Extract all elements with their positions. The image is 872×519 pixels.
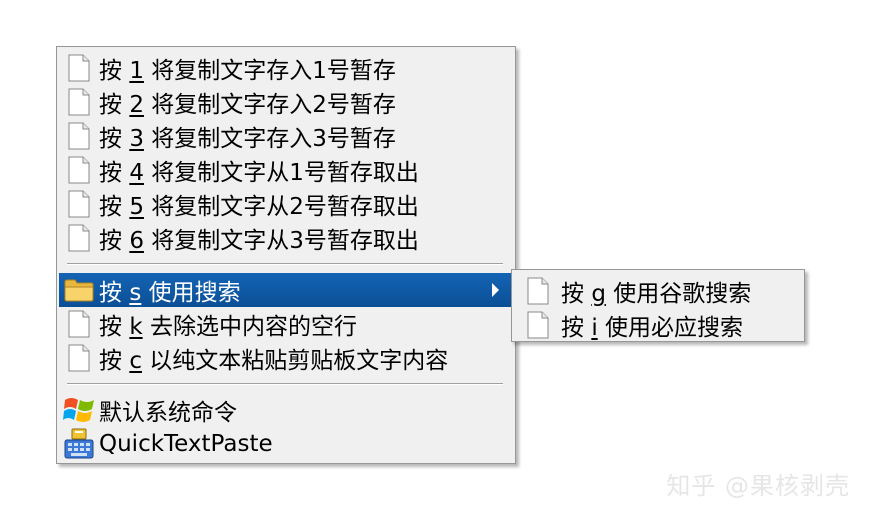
search-submenu: 按 g 使用谷歌搜索 按 i 使用必应搜索: [511, 269, 805, 342]
document-icon: [62, 51, 96, 85]
watermark: 知乎 @果核剥壳: [666, 472, 850, 500]
submenu-arrow-icon: [492, 283, 499, 297]
accelerator-key: 5: [129, 194, 144, 220]
menu-item-label: 按 g 使用谷歌搜索: [561, 281, 752, 307]
quicktextpaste-icon: [62, 427, 96, 461]
menu-item-label: 按 s 使用搜索: [99, 280, 241, 306]
menu-item-paste-plain-text[interactable]: 按 c 以纯文本粘贴剪贴板文字内容: [57, 341, 515, 375]
menu-item-label: 按 3 将复制文字存入3号暂存: [99, 126, 396, 152]
accelerator-key: g: [591, 281, 606, 307]
accelerator-key: 1: [129, 58, 144, 84]
menu-item-load-slot-2[interactable]: 按 5 将复制文字从2号暂存取出: [57, 187, 515, 221]
document-icon: [62, 119, 96, 153]
menu-separator: [67, 263, 503, 265]
menu-item-save-slot-3[interactable]: 按 3 将复制文字存入3号暂存: [57, 119, 515, 153]
menu-item-label: 按 6 将复制文字从3号暂存取出: [99, 228, 419, 254]
document-icon: [521, 308, 555, 342]
document-icon: [62, 341, 96, 375]
menu-item-label: 按 1 将复制文字存入1号暂存: [99, 58, 396, 84]
windows-logo-icon: [62, 393, 96, 427]
accelerator-key: 4: [129, 160, 144, 186]
menu-item-remove-blank-lines[interactable]: 按 k 去除选中内容的空行: [57, 307, 515, 341]
document-icon: [62, 187, 96, 221]
accelerator-key: k: [129, 314, 143, 340]
accelerator-key: 3: [129, 126, 144, 152]
menu-item-quicktextpaste[interactable]: QuickTextPaste: [57, 427, 515, 461]
document-icon: [62, 85, 96, 119]
accelerator-key: 6: [129, 228, 144, 254]
accelerator-key: s: [129, 280, 142, 306]
menu-item-save-slot-2[interactable]: 按 2 将复制文字存入2号暂存: [57, 85, 515, 119]
folder-icon: [62, 273, 96, 307]
menu-item-label: 按 c 以纯文本粘贴剪贴板文字内容: [99, 348, 449, 374]
accelerator-key: 2: [129, 92, 144, 118]
submenu-item-google-search[interactable]: 按 g 使用谷歌搜索: [512, 274, 804, 308]
menu-item-label: QuickTextPaste: [99, 431, 273, 457]
menu-item-search[interactable]: 按 s 使用搜索: [59, 273, 513, 307]
menu-item-load-slot-3[interactable]: 按 6 将复制文字从3号暂存取出: [57, 221, 515, 255]
menu-item-label: 按 5 将复制文字从2号暂存取出: [99, 194, 419, 220]
menu-item-label: 默认系统命令: [99, 400, 237, 426]
menu-item-save-slot-1[interactable]: 按 1 将复制文字存入1号暂存: [57, 51, 515, 85]
menu-separator: [67, 383, 503, 385]
menu-item-label: 按 2 将复制文字存入2号暂存: [99, 92, 396, 118]
menu-item-label: 按 i 使用必应搜索: [561, 315, 744, 341]
menu-item-default-system-commands[interactable]: 默认系统命令: [57, 393, 515, 427]
menu-item-label: 按 4 将复制文字从1号暂存取出: [99, 160, 419, 186]
context-menu: 按 1 将复制文字存入1号暂存 按 2 将复制文字存入2号暂存 按 3 将复制文…: [56, 46, 516, 464]
document-icon: [62, 221, 96, 255]
menu-item-load-slot-1[interactable]: 按 4 将复制文字从1号暂存取出: [57, 153, 515, 187]
document-icon: [62, 307, 96, 341]
menu-item-label: 按 k 去除选中内容的空行: [99, 314, 357, 340]
accelerator-key: c: [129, 348, 142, 374]
submenu-item-bing-search[interactable]: 按 i 使用必应搜索: [512, 308, 804, 342]
document-icon: [62, 153, 96, 187]
document-icon: [521, 274, 555, 308]
